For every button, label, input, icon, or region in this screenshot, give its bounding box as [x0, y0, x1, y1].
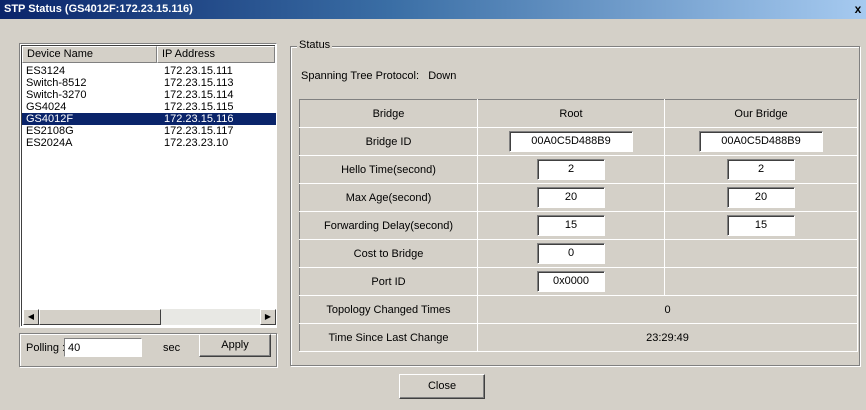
header-our-bridge: Our Bridge: [664, 99, 858, 128]
close-button[interactable]: Close: [399, 374, 485, 399]
scroll-right-icon[interactable]: ▶: [260, 309, 276, 325]
horizontal-scrollbar[interactable]: ◀ ▶: [23, 309, 276, 325]
table-row: Forwarding Delay(second) 15 15: [299, 211, 858, 240]
stp-label: Spanning Tree Protocol:: [301, 70, 420, 82]
row-label: Bridge ID: [299, 127, 478, 156]
row-label: Forwarding Delay(second): [299, 211, 478, 240]
device-ip: 172.23.15.115: [164, 101, 234, 113]
table-row: Hello Time(second) 2 2: [299, 155, 858, 184]
stp-state: Spanning Tree Protocol: Down: [301, 70, 456, 82]
row-label: Time Since Last Change: [299, 323, 478, 352]
scroll-left-icon[interactable]: ◀: [23, 309, 39, 325]
empty-cell: [664, 239, 858, 268]
empty-cell: [664, 267, 858, 296]
table-header-row: Bridge Root Our Bridge: [299, 99, 858, 128]
row-label: Hello Time(second): [299, 155, 478, 184]
table-row: Topology Changed Times 0: [299, 295, 858, 324]
topology-changed-value: 0: [477, 295, 858, 324]
polling-label: Polling :: [26, 342, 66, 354]
root-max-age-field: 20: [537, 187, 605, 208]
title-bar: STP Status (GS4012F:172.23.15.116) x: [0, 0, 866, 19]
header-bridge: Bridge: [299, 99, 478, 128]
device-row[interactable]: ES2024A 172.23.23.10: [22, 137, 276, 149]
our-max-age-field: 20: [727, 187, 795, 208]
stp-table: Bridge Root Our Bridge Bridge ID 00A0C5D…: [299, 99, 858, 352]
column-ip-address[interactable]: IP Address: [157, 46, 275, 63]
device-list-header: Device Name IP Address: [22, 46, 276, 63]
status-legend: Status: [297, 39, 333, 51]
table-row: Max Age(second) 20 20: [299, 183, 858, 212]
cost-to-bridge-field: 0: [537, 243, 605, 264]
row-label: Topology Changed Times: [299, 295, 478, 324]
root-forward-delay-field: 15: [537, 215, 605, 236]
device-list[interactable]: Device Name IP Address ES3124 172.23.15.1…: [19, 43, 277, 328]
device-row[interactable]: Switch-8512 172.23.15.113: [22, 77, 276, 89]
device-name: Switch-8512: [26, 77, 87, 89]
close-window-icon[interactable]: x: [851, 2, 865, 16]
scroll-thumb[interactable]: [39, 309, 161, 325]
device-ip: 172.23.15.116: [164, 113, 234, 125]
device-row[interactable]: GS4024 172.23.15.115: [22, 101, 276, 113]
device-ip: 172.23.15.117: [164, 125, 234, 137]
device-ip: 172.23.15.114: [164, 89, 234, 101]
column-device-name[interactable]: Device Name: [22, 46, 157, 63]
table-row: Cost to Bridge 0: [299, 239, 858, 268]
device-name: ES2108G: [26, 125, 74, 137]
device-name: GS4024: [26, 101, 67, 113]
device-name: ES2024A: [26, 137, 73, 149]
port-id-field: 0x0000: [537, 271, 605, 292]
our-hello-time-field: 2: [727, 159, 795, 180]
polling-unit: sec: [163, 342, 181, 354]
table-row: Bridge ID 00A0C5D488B9 00A0C5D488B9: [299, 127, 858, 156]
row-label: Cost to Bridge: [299, 239, 478, 268]
our-forward-delay-field: 15: [727, 215, 795, 236]
device-ip: 172.23.23.10: [164, 137, 229, 149]
header-root: Root: [477, 99, 665, 128]
polling-input[interactable]: 40: [64, 338, 142, 357]
window-title: STP Status (GS4012F:172.23.15.116): [4, 3, 193, 15]
time-since-change-value: 23:29:49: [477, 323, 858, 352]
table-row: Time Since Last Change 23:29:49: [299, 323, 858, 352]
table-row: Port ID 0x0000: [299, 267, 858, 296]
device-row[interactable]: ES2108G 172.23.15.117: [22, 125, 276, 137]
device-name: GS4012F: [26, 113, 74, 125]
row-label: Max Age(second): [299, 183, 478, 212]
device-name: Switch-3270: [26, 89, 87, 101]
device-row[interactable]: Switch-3270 172.23.15.114: [22, 89, 276, 101]
our-bridge-id-field: 00A0C5D488B9: [699, 131, 823, 152]
stp-value: Down: [428, 70, 457, 82]
apply-button[interactable]: Apply: [199, 334, 271, 357]
root-bridge-id-field: 00A0C5D488B9: [509, 131, 633, 152]
row-label: Port ID: [299, 267, 478, 296]
device-row-selected[interactable]: GS4012F 172.23.15.116: [22, 113, 276, 125]
root-hello-time-field: 2: [537, 159, 605, 180]
device-ip: 172.23.15.111: [164, 65, 233, 77]
device-ip: 172.23.15.113: [164, 77, 234, 89]
device-name: ES3124: [26, 65, 66, 77]
device-row[interactable]: ES3124 172.23.15.111: [22, 65, 276, 77]
